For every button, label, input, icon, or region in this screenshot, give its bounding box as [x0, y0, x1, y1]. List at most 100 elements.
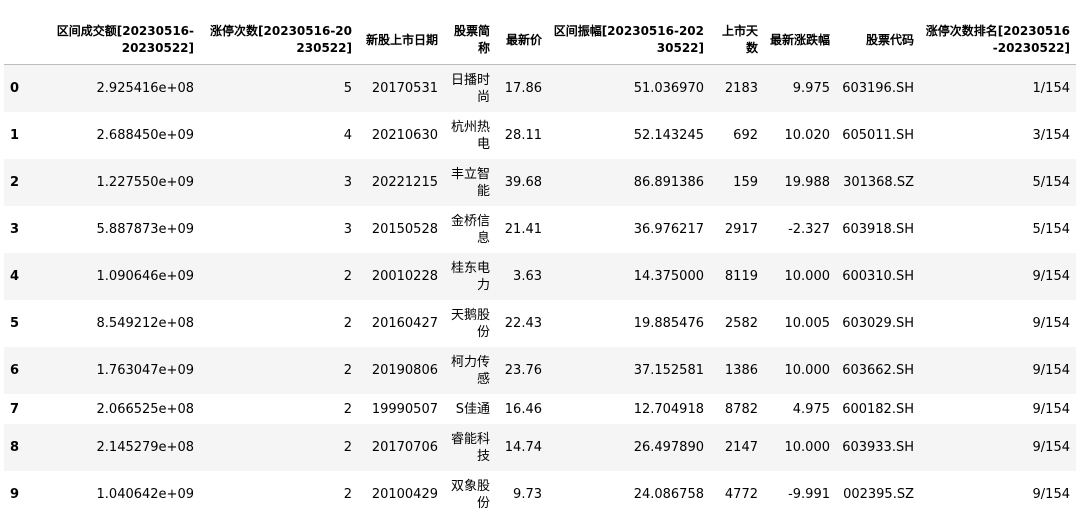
amplitude-cell: 14.375000	[633, 269, 704, 284]
stock-code-cell: 002395.SZ	[843, 487, 914, 502]
column-header: 区间成交额[20230516-20230522]	[52, 16, 200, 65]
amplitude-cell: 36.976217	[633, 222, 704, 237]
listing-date-cell: 20190806	[371, 363, 438, 378]
table-row: 0 2.925416e+08 5 20170531 日播时尚 17.86 51.036970…	[4, 64, 1076, 112]
column-header: 股票代码	[836, 16, 920, 65]
stock-name-cell: 柯力传感	[450, 354, 490, 387]
amplitude-cell: 19.885476	[633, 316, 704, 331]
dataframe-output: 区间成交额[20230516-20230522] 涨停次数[20230516-20…	[0, 0, 1080, 520]
stock-code-cell: 600182.SH	[842, 401, 914, 417]
column-header: 股票简称	[444, 16, 496, 65]
latest-price-cell: 22.43	[504, 316, 542, 331]
column-header: 涨停次数[20230516-20230522]	[200, 16, 358, 65]
limit-up-count-cell: 2	[343, 440, 352, 455]
latest-change-cell: 10.000	[784, 363, 831, 378]
row-index: 9	[10, 487, 20, 502]
listing-date-cell: 19990507	[371, 401, 438, 417]
latest-price-cell: 28.11	[504, 128, 542, 143]
listed-days-cell: 8782	[724, 401, 758, 417]
limit-up-rank-cell: 9/154	[1032, 487, 1070, 502]
table-body: 0 2.925416e+08 5 20170531 日播时尚 17.86 51.036970…	[4, 64, 1076, 518]
row-index: 3	[10, 222, 20, 237]
turnover-cell: 5.887873e+09	[96, 222, 194, 237]
latest-change-cell: 19.988	[784, 175, 831, 190]
listing-date-cell: 20150528	[371, 222, 438, 237]
turnover-cell: 2.925416e+08	[96, 81, 194, 96]
limit-up-rank-cell: 9/154	[1032, 269, 1070, 284]
latest-price-cell: 39.68	[504, 175, 542, 190]
stock-name-cell: 天鹅股份	[450, 307, 490, 340]
listed-days-cell: 8119	[724, 269, 758, 284]
latest-change-cell: 10.000	[784, 440, 831, 455]
latest-change-cell: -2.327	[788, 222, 830, 237]
latest-price-cell: 3.63	[513, 269, 542, 284]
latest-price-cell: 14.74	[504, 440, 542, 455]
latest-price-cell: 16.46	[504, 401, 542, 417]
limit-up-count-cell: 2	[343, 316, 352, 331]
amplitude-cell: 24.086758	[633, 487, 704, 502]
turnover-cell: 2.688450e+09	[96, 128, 194, 143]
listed-days-cell: 692	[733, 128, 758, 143]
limit-up-rank-cell: 9/154	[1032, 401, 1070, 417]
stock-name-cell: 双象股份	[450, 478, 490, 511]
stock-name-cell: 杭州热电	[450, 119, 490, 152]
stock-name-cell: 桂东电力	[450, 260, 490, 293]
dataframe-table: 区间成交额[20230516-20230522] 涨停次数[20230516-20…	[4, 16, 1076, 518]
listing-date-cell: 20221215	[371, 175, 438, 190]
turnover-cell: 8.549212e+08	[96, 316, 194, 331]
listing-date-cell: 20170706	[371, 440, 438, 455]
listed-days-cell: 2917	[724, 222, 758, 237]
column-header: 新股上市日期	[358, 16, 444, 65]
latest-change-cell: 9.975	[792, 81, 830, 96]
limit-up-count-cell: 3	[343, 175, 352, 190]
limit-up-rank-cell: 5/154	[1032, 222, 1070, 237]
amplitude-cell: 86.891386	[633, 175, 704, 190]
latest-price-cell: 17.86	[504, 81, 542, 96]
column-header: 上市天数	[710, 16, 764, 65]
limit-up-rank-cell: 5/154	[1032, 175, 1070, 190]
turnover-cell: 1.227550e+09	[96, 175, 194, 190]
column-header: 涨停次数排名[20230516-20230522]	[920, 16, 1076, 65]
amplitude-cell: 37.152581	[633, 363, 704, 378]
limit-up-count-cell: 4	[343, 128, 352, 143]
table-row: 1 2.688450e+09 4 20210630 杭州热电 28.11 52.143245…	[4, 112, 1076, 159]
header-row: 区间成交额[20230516-20230522] 涨停次数[20230516-20…	[4, 16, 1076, 65]
table-row: 6 1.763047e+09 2 20190806 柯力传感 23.76 37.152581…	[4, 347, 1076, 394]
limit-up-count-cell: 2	[343, 363, 352, 378]
stock-name-cell: 日播时尚	[450, 72, 490, 105]
limit-up-count-cell: 2	[343, 487, 352, 502]
row-index: 8	[10, 440, 20, 455]
row-index: 7	[10, 401, 20, 417]
latest-change-cell: 10.005	[784, 316, 831, 331]
limit-up-count-cell: 2	[343, 401, 352, 417]
turnover-cell: 2.066525e+08	[96, 401, 194, 417]
limit-up-count-cell: 5	[343, 81, 352, 96]
turnover-cell: 1.040642e+09	[96, 487, 194, 502]
latest-change-cell: 10.020	[784, 128, 831, 143]
amplitude-cell: 52.143245	[633, 128, 704, 143]
stock-code-cell: 603662.SH	[842, 363, 914, 378]
stock-code-cell: 605011.SH	[842, 128, 914, 143]
limit-up-rank-cell: 3/154	[1032, 128, 1070, 143]
stock-code-cell: 603933.SH	[842, 440, 914, 455]
listed-days-cell: 2147	[724, 440, 758, 455]
limit-up-count-cell: 3	[343, 222, 352, 237]
index-header	[4, 16, 52, 65]
row-index: 1	[10, 128, 20, 143]
stock-name-cell: 睿能科技	[450, 431, 490, 464]
table-row: 3 5.887873e+09 3 20150528 金桥信息 21.41 36.976217…	[4, 206, 1076, 253]
stock-name-cell: 丰立智能	[450, 166, 490, 199]
table-row: 4 1.090646e+09 2 20010228 桂东电力 3.63 14.375000 8…	[4, 253, 1076, 300]
row-index: 5	[10, 316, 20, 331]
latest-change-cell: 10.000	[784, 269, 831, 284]
stock-name-cell: S佳通	[455, 401, 490, 417]
table-row: 9 1.040642e+09 2 20100429 双象股份 9.73 24.086758 4…	[4, 471, 1076, 518]
listed-days-cell: 4772	[724, 487, 758, 502]
latest-price-cell: 21.41	[504, 222, 542, 237]
amplitude-cell: 51.036970	[633, 81, 704, 96]
stock-code-cell: 301368.SZ	[843, 175, 914, 190]
limit-up-rank-cell: 9/154	[1032, 316, 1070, 331]
limit-up-rank-cell: 9/154	[1032, 440, 1070, 455]
stock-code-cell: 600310.SH	[842, 269, 914, 284]
listed-days-cell: 1386	[724, 363, 758, 378]
